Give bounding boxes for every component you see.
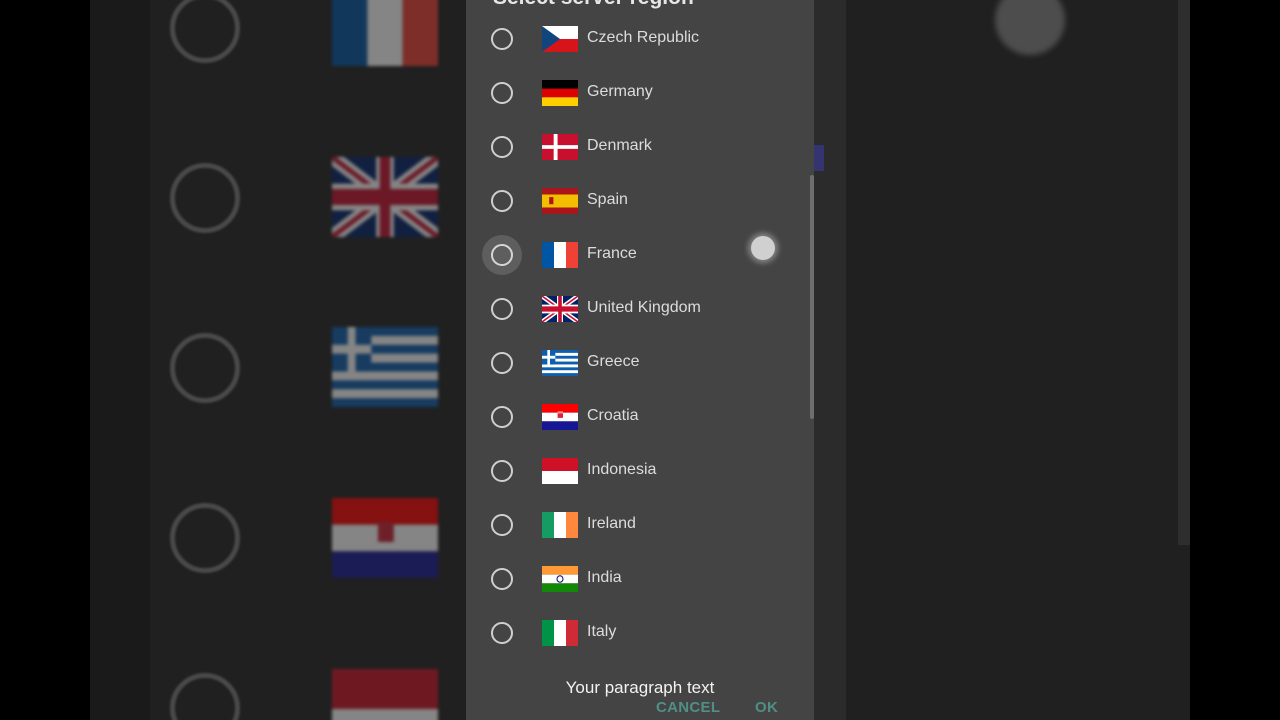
flag-italy-icon (542, 620, 578, 646)
flag-ireland-icon (542, 512, 578, 538)
radio-button[interactable] (491, 298, 513, 320)
background-touch-indicator (995, 0, 1065, 55)
region-option-label: Spain (587, 191, 628, 208)
dialog-title: Select server region (493, 0, 694, 10)
region-option-label: Greece (587, 353, 640, 370)
flag-germany-icon (542, 80, 578, 106)
radio-button[interactable] (491, 82, 513, 104)
region-option-label: Italy (587, 623, 617, 640)
flag-united-kingdom-icon (542, 296, 578, 322)
flag-denmark-icon (542, 134, 578, 160)
region-option-label: Czech Republic (587, 29, 700, 46)
background-radio (170, 0, 240, 63)
radio-button[interactable] (491, 352, 513, 374)
radio-button[interactable] (482, 235, 522, 275)
flag-croatia-icon (542, 404, 578, 430)
touch-indicator (751, 236, 775, 260)
region-option-label: Indonesia (587, 461, 657, 478)
background-accent (814, 145, 824, 171)
radio-button[interactable] (491, 406, 513, 428)
background-flag-france (332, 0, 438, 66)
region-option-label: Denmark (587, 137, 652, 154)
background-radio (170, 163, 240, 233)
flag-czech-republic-icon (542, 26, 578, 52)
region-list[interactable]: Czech Republic Germany Denmark Spain France U… (466, 12, 814, 660)
scrollbar[interactable] (810, 175, 814, 419)
flag-indonesia-icon (542, 458, 578, 484)
region-option[interactable]: India (466, 552, 814, 606)
flag-india-icon (542, 566, 578, 592)
radio-button[interactable] (491, 514, 513, 536)
background-flag-united-kingdom (332, 157, 438, 237)
background-flag-greece (332, 327, 438, 407)
cancel-button[interactable]: CANCEL (656, 699, 720, 716)
background-flag-croatia (332, 498, 438, 578)
region-option-label: Croatia (587, 407, 639, 424)
server-region-dialog: Select server region Czech Republic Germa… (466, 0, 814, 720)
background-shade (90, 0, 150, 720)
region-option[interactable]: Germany (466, 66, 814, 120)
region-option-label: India (587, 569, 622, 586)
flag-france-icon (542, 242, 578, 268)
flag-spain-icon (542, 188, 578, 214)
region-option[interactable]: United Kingdom (466, 282, 814, 336)
radio-button[interactable] (491, 190, 513, 212)
radio-button[interactable] (491, 136, 513, 158)
region-option[interactable]: Italy (466, 606, 814, 660)
radio-button[interactable] (491, 460, 513, 482)
radio-button[interactable] (491, 622, 513, 644)
region-option[interactable]: Czech Republic (466, 12, 814, 66)
region-option-label: Ireland (587, 515, 636, 532)
region-option-label: Germany (587, 83, 653, 100)
region-option[interactable]: Spain (466, 174, 814, 228)
radio-button[interactable] (491, 568, 513, 590)
region-option[interactable]: Croatia (466, 390, 814, 444)
radio-button[interactable] (491, 28, 513, 50)
region-option[interactable]: Greece (466, 336, 814, 390)
overlay-caption: Your paragraph text (565, 678, 715, 697)
region-option-label: France (587, 245, 637, 262)
background-radio (170, 503, 240, 573)
background-scroll-track (1178, 0, 1190, 545)
flag-greece-icon (542, 350, 578, 376)
region-option[interactable]: Indonesia (466, 444, 814, 498)
region-option-label: United Kingdom (587, 299, 701, 316)
region-option[interactable]: Denmark (466, 120, 814, 174)
background-radio (170, 333, 240, 403)
region-option[interactable]: Ireland (466, 498, 814, 552)
ok-button[interactable]: OK (755, 699, 778, 716)
